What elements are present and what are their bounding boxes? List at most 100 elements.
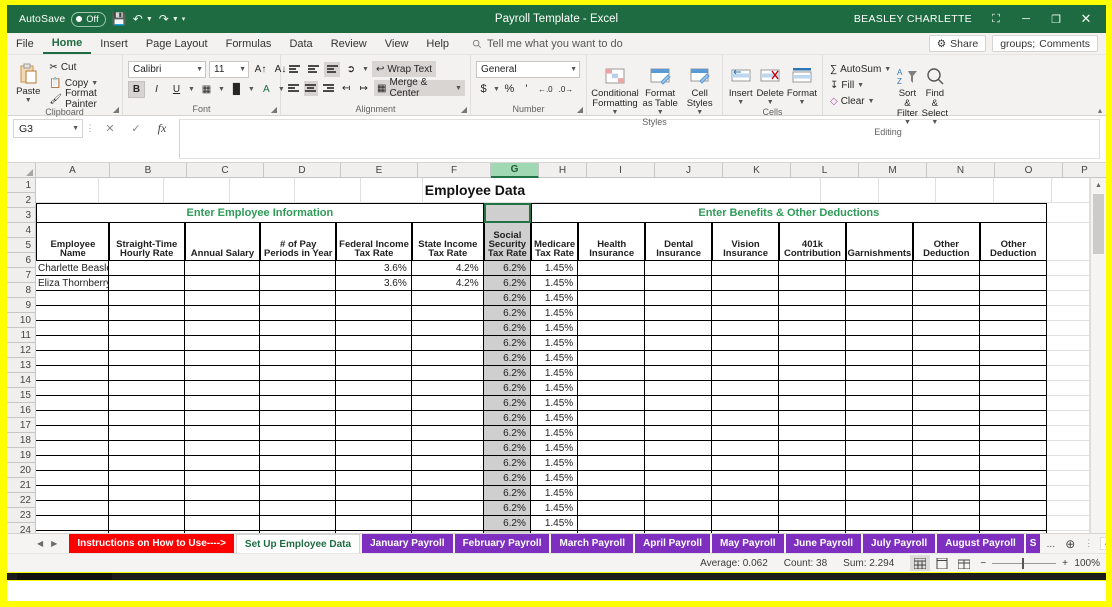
cell-r10-cB[interactable] <box>109 351 185 366</box>
cell-styles-dropdown-icon[interactable]: ▼ <box>696 109 703 116</box>
cell-r4-cM[interactable] <box>846 261 913 276</box>
wrap-text-button[interactable]: ↩ Wrap Text <box>372 61 436 77</box>
cell-r19-cC[interactable] <box>185 486 261 501</box>
cell-r15-cK[interactable] <box>712 426 779 441</box>
column-header-M[interactable]: M <box>859 163 927 178</box>
scroll-left-icon[interactable]: ◀ <box>1100 537 1106 550</box>
confirm-icon[interactable]: ✓ <box>123 119 149 138</box>
grid-cell[interactable] <box>1052 178 1090 203</box>
cell-r7-cM[interactable] <box>846 306 913 321</box>
cell-r10-cC[interactable] <box>185 351 261 366</box>
grid-cell[interactable] <box>879 178 937 203</box>
cell-r21-cK[interactable] <box>712 516 779 531</box>
cell-r12-cM[interactable] <box>846 381 913 396</box>
cell-r4-cJ[interactable] <box>645 261 712 276</box>
cell-r16-cB[interactable] <box>109 441 185 456</box>
cell-r9-cF[interactable] <box>412 336 484 351</box>
row-header-18[interactable]: 18 <box>7 433 36 448</box>
cell-r14-cG[interactable]: 6.2% <box>484 411 531 426</box>
sheet-tab-8[interactable]: July Payroll <box>863 534 935 553</box>
cell-r14-cH[interactable]: 1.45% <box>531 411 578 426</box>
cell-r15-cP[interactable] <box>1047 426 1090 441</box>
cell-r16-cE[interactable] <box>336 441 412 456</box>
name-box[interactable]: G3 ▼ <box>13 119 83 138</box>
row-header-10[interactable]: 10 <box>7 313 36 328</box>
add-sheet-icon[interactable]: ⊕ <box>1059 534 1081 553</box>
cell-r22-cL[interactable] <box>779 531 846 533</box>
cell-r4-cB[interactable] <box>109 261 185 276</box>
cell-r12-cJ[interactable] <box>645 381 712 396</box>
cell-r6-cH[interactable]: 1.45% <box>531 291 578 306</box>
insert-cells-button[interactable]: Insert ▼ <box>728 60 753 106</box>
cell-r17-cH[interactable]: 1.45% <box>531 456 578 471</box>
column-header-H[interactable]: H <box>539 163 587 178</box>
cell-r18-cB[interactable] <box>109 471 185 486</box>
copy-dropdown-icon[interactable]: ▼ <box>91 80 98 87</box>
cell-r13-cK[interactable] <box>712 396 779 411</box>
cell-r5-cG[interactable]: 6.2% <box>484 276 531 291</box>
underline-dropdown-icon[interactable]: ▼ <box>188 86 195 93</box>
row-header-15[interactable]: 15 <box>7 388 36 403</box>
cell-r6-cB[interactable] <box>109 291 185 306</box>
row-header-17[interactable]: 17 <box>7 418 36 433</box>
cell-r19-cN[interactable] <box>913 486 980 501</box>
cell-r22-cD[interactable] <box>260 531 336 533</box>
cell-r18-cG[interactable]: 6.2% <box>484 471 531 486</box>
format-as-table-button[interactable]: Format as Table ▼ <box>641 60 679 116</box>
sort-filter-dropdown-icon[interactable]: ▼ <box>904 119 911 126</box>
cell-r18-cN[interactable] <box>913 471 980 486</box>
restore-button[interactable]: ❐ <box>1042 6 1070 32</box>
cell-r10-cF[interactable] <box>412 351 484 366</box>
fill-button[interactable]: ↧ Fill ▼ <box>828 78 893 92</box>
cell-r9-cP[interactable] <box>1047 336 1090 351</box>
grid-cell[interactable] <box>647 178 705 203</box>
cell-r7-cP[interactable] <box>1047 306 1090 321</box>
cell-r17-cJ[interactable] <box>645 456 712 471</box>
sheet-tab-7[interactable]: June Payroll <box>786 534 861 553</box>
cell-r4-cK[interactable] <box>712 261 779 276</box>
format-as-table-dropdown-icon[interactable]: ▼ <box>657 109 664 116</box>
autosum-dropdown-icon[interactable]: ▼ <box>884 66 891 73</box>
cell-r14-cF[interactable] <box>412 411 484 426</box>
grid-cell[interactable] <box>230 178 295 203</box>
vertical-scrollbar-thumb[interactable] <box>1093 194 1104 254</box>
cell-r15-cD[interactable] <box>260 426 336 441</box>
cell-r5-cL[interactable] <box>779 276 846 291</box>
cell-r17-cD[interactable] <box>260 456 336 471</box>
cell-r5-cH[interactable]: 1.45% <box>531 276 578 291</box>
cell-r17-cG[interactable]: 6.2% <box>484 456 531 471</box>
cell-r22-cH[interactable]: 1.45% <box>531 531 578 533</box>
cell-r10-cG[interactable]: 6.2% <box>484 351 531 366</box>
cell-styles-button[interactable]: Cell Styles ▼ <box>682 60 717 116</box>
column-header-A[interactable]: A <box>36 163 110 178</box>
cell-r21-cC[interactable] <box>185 516 261 531</box>
cell-r14-cK[interactable] <box>712 411 779 426</box>
cell-r4-cA[interactable]: Charlette Beasley <box>36 261 109 276</box>
grid-cell[interactable] <box>1047 203 1090 223</box>
cell-r12-cF[interactable] <box>412 381 484 396</box>
cell-r11-cB[interactable] <box>109 366 185 381</box>
cell-r10-cJ[interactable] <box>645 351 712 366</box>
cell-r10-cE[interactable] <box>336 351 412 366</box>
cell-r5-cK[interactable] <box>712 276 779 291</box>
row-header-19[interactable]: 19 <box>7 448 36 463</box>
cell-r11-cI[interactable] <box>578 366 645 381</box>
cell-r19-cG[interactable]: 6.2% <box>484 486 531 501</box>
previous-sheet-icon[interactable]: ◀ <box>37 539 43 548</box>
cell-r4-cD[interactable] <box>260 261 336 276</box>
align-bottom-button[interactable] <box>324 62 340 77</box>
cell-r22-cN[interactable] <box>913 531 980 533</box>
cell-r15-cJ[interactable] <box>645 426 712 441</box>
number-format-select[interactable]: General ▼ <box>476 61 580 78</box>
cell-r21-cG[interactable]: 6.2% <box>484 516 531 531</box>
cell-r13-cF[interactable] <box>412 396 484 411</box>
cell-r5-cP[interactable] <box>1047 276 1090 291</box>
sheet-tab-5[interactable]: April Payroll <box>635 534 710 553</box>
align-center-button[interactable] <box>304 81 319 96</box>
cell-r6-cJ[interactable] <box>645 291 712 306</box>
cell-r12-cK[interactable] <box>712 381 779 396</box>
zoom-knob[interactable] <box>1022 558 1024 569</box>
column-title-3[interactable]: # of PayPeriods in Year <box>260 223 336 261</box>
minimize-button[interactable]: ─ <box>1012 6 1040 32</box>
cell-r4-cI[interactable] <box>578 261 645 276</box>
